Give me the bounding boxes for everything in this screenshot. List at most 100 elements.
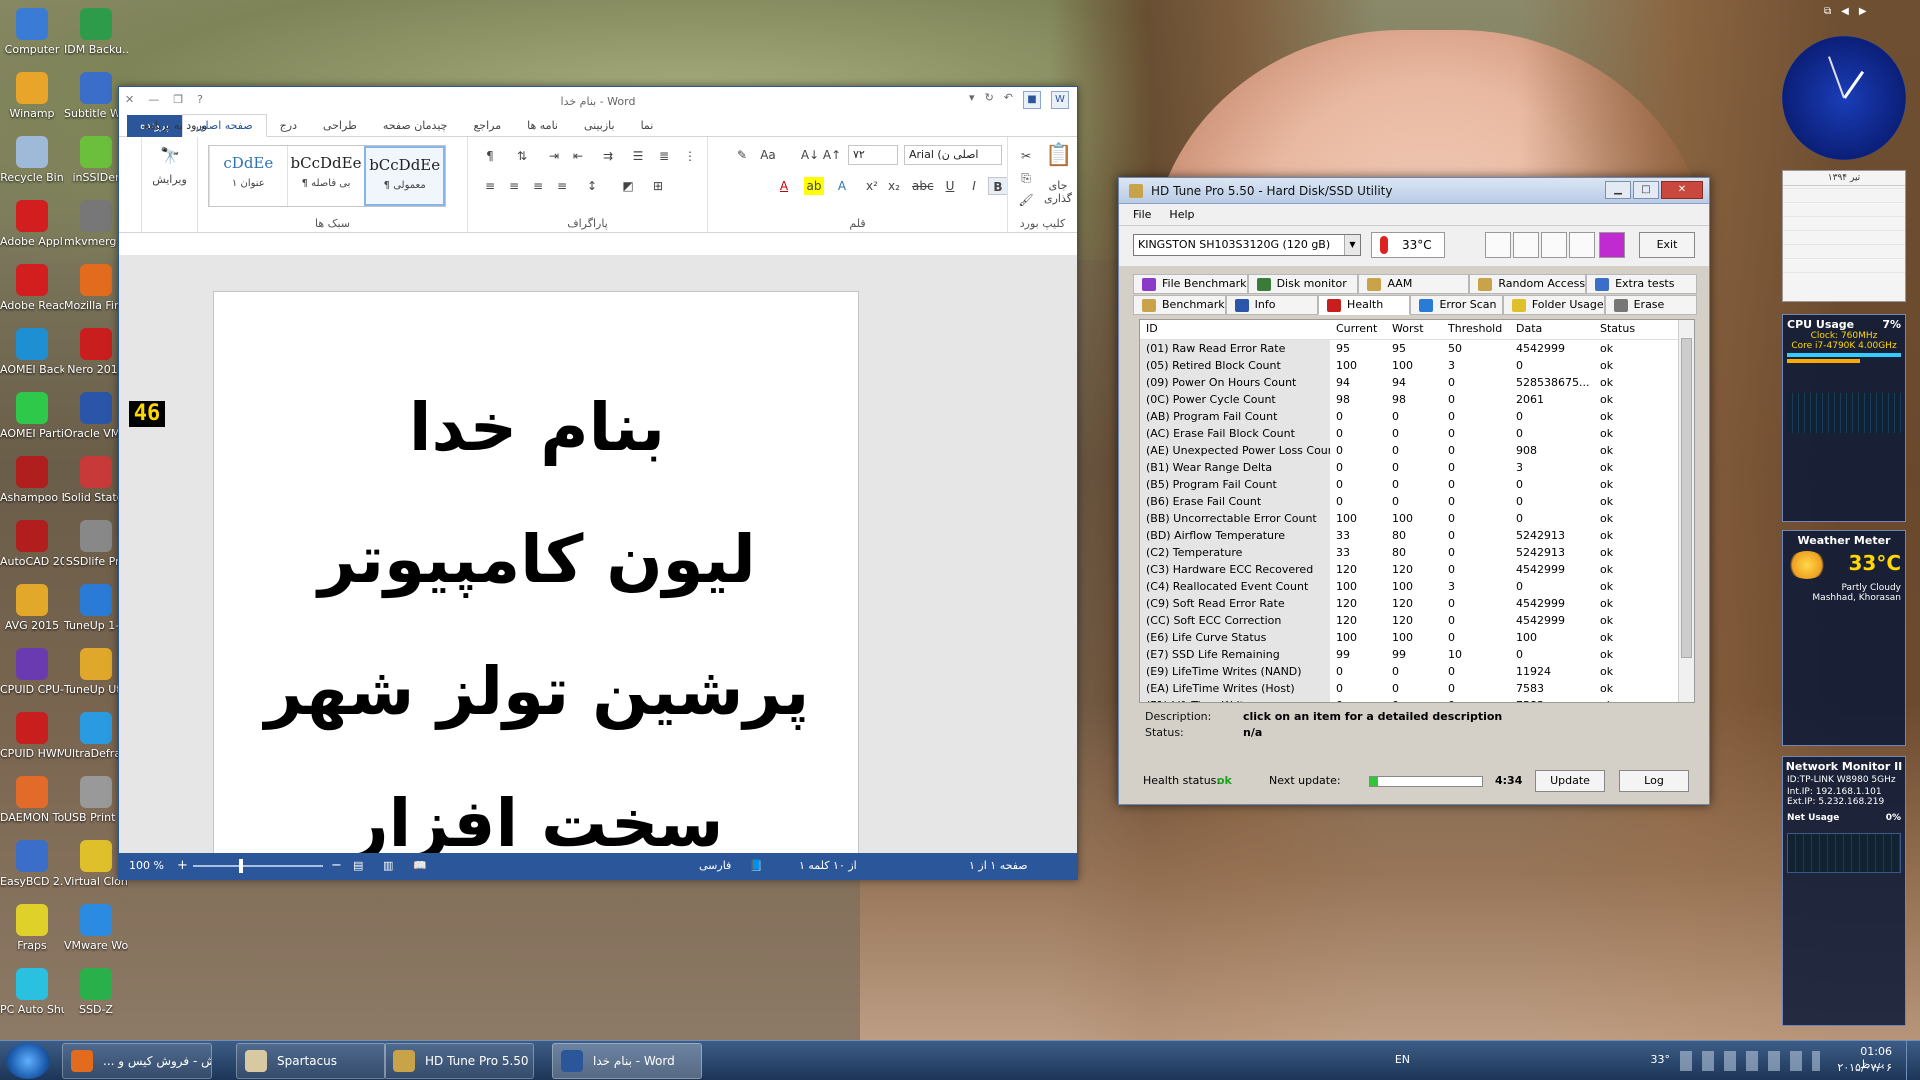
desktop-icon[interactable]: EasyBCD 2.2	[0, 836, 64, 908]
style-normal[interactable]: bCcDdEe ¶ معمولی	[364, 146, 446, 206]
language-indicator[interactable]: EN	[1395, 1053, 1410, 1066]
exit-button[interactable]: Exit	[1639, 232, 1695, 258]
document-line[interactable]: لیون کامپیوتر	[214, 494, 860, 626]
pilcrow-icon[interactable]: ¶	[480, 147, 500, 165]
zoom-slider[interactable]	[193, 865, 323, 867]
close-icon[interactable]: ✕	[125, 93, 134, 106]
hdtune-tab[interactable]: Random Access	[1469, 274, 1587, 294]
column-header[interactable]: Data	[1510, 320, 1594, 339]
clear-format-icon[interactable]: ✎	[732, 146, 752, 164]
hdtune-tab[interactable]: Health	[1318, 295, 1411, 315]
hdtune-tab[interactable]: AAM	[1358, 274, 1470, 294]
hdtune-tab[interactable]: Benchmark	[1133, 295, 1226, 315]
proofing-icon[interactable]: 📘	[749, 853, 763, 879]
desktop-icon[interactable]: VMware Workstat...	[64, 900, 128, 972]
start-button[interactable]	[6, 1043, 50, 1079]
cpu-gadget[interactable]: CPU Usage 7% Clock: 760MHz Core i7-4790K…	[1782, 314, 1906, 522]
print-layout-icon[interactable]: ▥	[383, 853, 393, 879]
subscript-icon[interactable]: x₂	[884, 177, 904, 195]
style-no-spacing[interactable]: bCcDdEe ¶ بی فاصله	[286, 146, 365, 206]
table-row[interactable]: (C2) Temperature 33 80 0 5242913 ok	[1140, 544, 1694, 561]
table-row[interactable]: (C3) Hardware ECC Recovered 120 120 0 454299…	[1140, 561, 1694, 578]
gadgets-icon[interactable]: ⧉	[1824, 6, 1831, 17]
web-layout-icon[interactable]: ▤	[353, 853, 363, 879]
zoom-in-icon[interactable]: +	[177, 853, 188, 879]
ltr-icon[interactable]: ⇥	[544, 147, 564, 165]
redo-icon[interactable]: ↻	[985, 91, 994, 109]
hdtune-tab[interactable]: Erase	[1604, 295, 1697, 315]
options-icon[interactable]	[1569, 232, 1595, 258]
italic-icon[interactable]: I	[964, 177, 984, 195]
highlight-icon[interactable]: ab	[804, 177, 824, 195]
minimize-icon[interactable]: —	[148, 93, 159, 106]
hdtune-title-bar[interactable]: HD Tune Pro 5.50 - Hard Disk/SSD Utility…	[1119, 178, 1709, 204]
ribbon-tab[interactable]: چیدمان صفحه	[370, 115, 461, 137]
ribbon-tab[interactable]: نامه ها	[514, 115, 571, 137]
tray-icons[interactable]	[1680, 1051, 1820, 1071]
desktop-icon[interactable]: AOMEI Backupp...	[0, 324, 64, 396]
restore-icon[interactable]: ❐	[173, 93, 183, 106]
column-header[interactable]: Status	[1594, 320, 1674, 339]
save-icon[interactable]: ■	[1023, 91, 1041, 109]
menu-file[interactable]: File	[1133, 204, 1151, 225]
table-row[interactable]: (AB) Program Fail Count 0 0 0 0 ok	[1140, 408, 1694, 425]
table-row[interactable]: (E9) LifeTime Writes (NAND) 0 0 0 11924 ok	[1140, 663, 1694, 680]
screenshot-icon[interactable]	[1541, 232, 1567, 258]
column-header[interactable]: Threshold	[1442, 320, 1510, 339]
table-row[interactable]: (C9) Soft Read Error Rate 120 120 0 4542999 o…	[1140, 595, 1694, 612]
desktop-icon[interactable]: IDM Backu...	[64, 4, 128, 76]
table-row[interactable]: (C4) Reallocated Event Count 100 100 3 0 ok	[1140, 578, 1694, 595]
borders-icon[interactable]: ⊞	[648, 177, 668, 195]
format-painter-icon[interactable]: 🖌	[1016, 191, 1036, 209]
menu-help[interactable]: Help	[1169, 204, 1194, 225]
table-row[interactable]: (B6) Erase Fail Count 0 0 0 0 ok	[1140, 493, 1694, 510]
desktop-icon[interactable]: Recycle Bin	[0, 132, 64, 204]
show-desktop-button[interactable]	[1906, 1041, 1920, 1080]
maximize-icon[interactable]: □	[1633, 181, 1659, 199]
copy-text-icon[interactable]	[1513, 232, 1539, 258]
tray-temp[interactable]: 33°	[1651, 1053, 1671, 1066]
prev-icon[interactable]: ◀	[1841, 6, 1849, 17]
desktop-icon[interactable]: Computer	[0, 4, 64, 76]
table-row[interactable]: (B1) Wear Range Delta 0 0 0 3 ok	[1140, 459, 1694, 476]
read-mode-icon[interactable]: 📖	[413, 853, 427, 879]
cut-icon[interactable]: ✂	[1016, 147, 1036, 165]
smart-table-scrollbar[interactable]	[1678, 320, 1694, 702]
desktop-icon[interactable]: Ashampoo Burning ...	[0, 452, 64, 524]
hdtune-tab[interactable]: File Benchmark	[1133, 274, 1248, 294]
editing-label[interactable]: ویرایش	[142, 173, 197, 186]
column-header[interactable]: Current	[1330, 320, 1386, 339]
indent-icon[interactable]: ⇉	[598, 147, 618, 165]
copy-info-icon[interactable]	[1485, 232, 1511, 258]
ribbon-tab[interactable]: بازبینی	[571, 115, 628, 137]
desktop-icon[interactable]: Adobe Reader XI	[0, 260, 64, 332]
next-icon[interactable]: ▶	[1859, 6, 1867, 17]
word-window[interactable]: ✕ — ❐ ? بنام خدا - Word ▾ ↻ ↶ ■ W ورود ب…	[118, 86, 1078, 880]
line-spacing-icon[interactable]: ↕	[582, 177, 602, 195]
sort-icon[interactable]: ⇅	[512, 147, 532, 165]
font-size-box[interactable]: ۷۲	[848, 145, 898, 165]
change-case-icon[interactable]: Aa	[758, 146, 778, 164]
table-row[interactable]: (AE) Unexpected Power Loss Count 0 0 0 908 ok	[1140, 442, 1694, 459]
desktop-icon[interactable]: CPUID HWMoni...	[0, 708, 64, 780]
desktop-icon[interactable]: Adobe Applicati...	[0, 196, 64, 268]
save-icon[interactable]	[1599, 232, 1625, 258]
desktop-icon[interactable]: AutoCAD 2016 - E...	[0, 516, 64, 588]
desktop-icon[interactable]: SSD-Z	[64, 964, 128, 1036]
table-row[interactable]: (BB) Uncorrectable Error Count 100 100 0 0 ok	[1140, 510, 1694, 527]
shrink-font-icon[interactable]: A↓	[800, 146, 820, 164]
ribbon-tab[interactable]: طراحی	[310, 115, 370, 137]
desktop-icon[interactable]: CPUID CPU-Z	[0, 644, 64, 716]
bullets-icon[interactable]: ⋮	[680, 147, 700, 165]
scrollbar-thumb[interactable]	[1681, 338, 1692, 658]
hdtune-tab[interactable]: Extra tests	[1586, 274, 1697, 294]
center-icon[interactable]: ≡	[528, 177, 548, 195]
help-icon[interactable]: ?	[197, 93, 203, 106]
table-row[interactable]: (F1) LifeTime Writes0007583ok	[1140, 697, 1694, 702]
document-line[interactable]: پرشین تولز شهر	[214, 626, 860, 758]
text-effects-icon[interactable]: A	[832, 177, 852, 195]
hdtune-tab[interactable]: Folder Usage	[1502, 295, 1605, 315]
table-row[interactable]: (E6) Life Curve Status 100 100 0 100 ok	[1140, 629, 1694, 646]
align-left-icon[interactable]: ≡	[552, 177, 572, 195]
update-button[interactable]: Update	[1535, 770, 1605, 792]
